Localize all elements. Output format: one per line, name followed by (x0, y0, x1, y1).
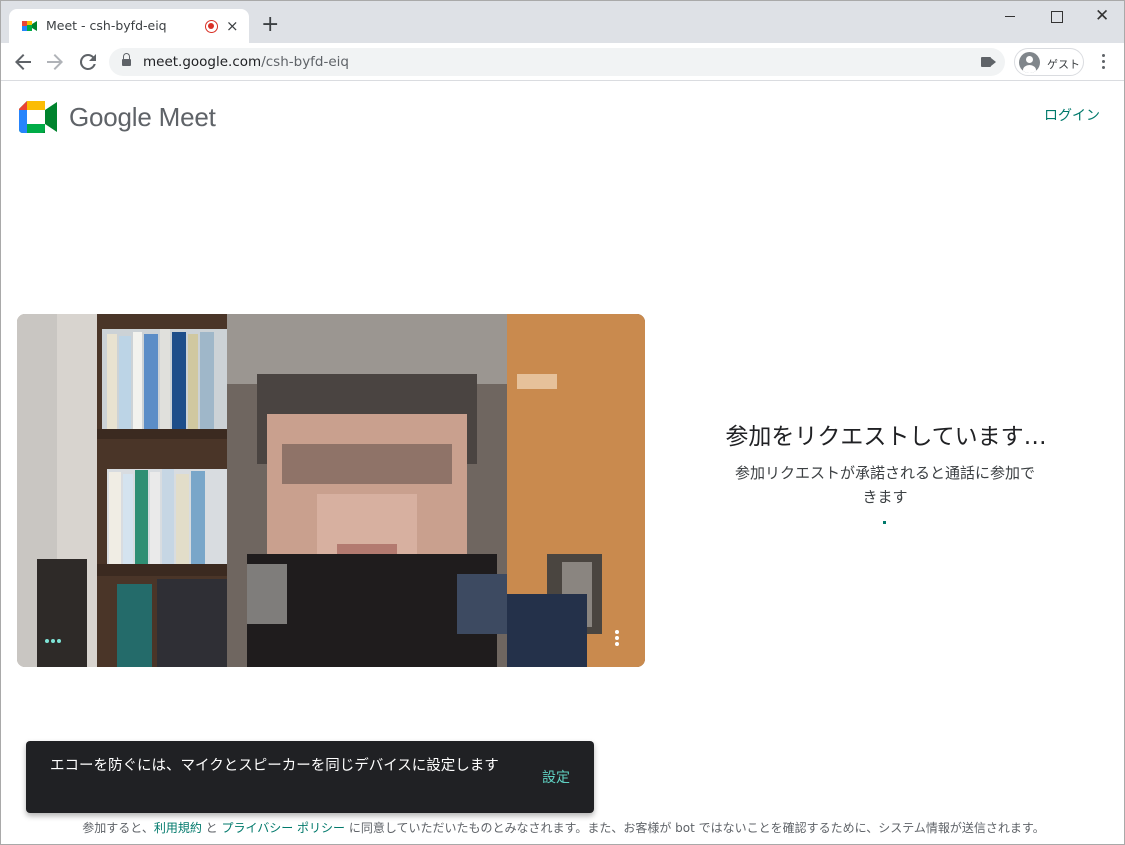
recording-icon (205, 20, 218, 33)
tab-close-icon[interactable]: × (226, 16, 239, 36)
back-icon[interactable] (11, 50, 35, 74)
echo-warning-snackbar: エコーを防ぐには、マイクとスピーカーを同じデバイスに設定します 設定 (26, 741, 594, 813)
progress-indicator (883, 521, 886, 524)
tab-strip: Meet - csh-byfd-eiq × + ✕ (1, 1, 1124, 43)
login-link[interactable]: ログイン (1044, 105, 1100, 125)
close-icon: ✕ (1095, 6, 1110, 26)
footer-prefix: 参加すると、 (82, 821, 154, 835)
address-bar[interactable]: meet.google.com/csh-byfd-eiq (109, 48, 1005, 76)
status-subtitle: 参加リクエストが承諾されると通話に参加できます (735, 464, 1036, 506)
more-vert-icon[interactable] (612, 630, 622, 648)
profile-button[interactable]: ゲスト (1014, 48, 1084, 76)
meet-favicon-icon (22, 21, 37, 31)
window-maximize-button[interactable] (1033, 1, 1079, 33)
forward-icon[interactable] (43, 50, 67, 74)
tab-title: Meet - csh-byfd-eiq (46, 18, 167, 33)
browser-menu-icon[interactable] (1094, 52, 1114, 72)
meet-logo-icon (19, 101, 57, 133)
camera-icon[interactable] (981, 57, 997, 67)
footer-suffix: に同意していただいたものとみなされます。また、お客様が bot ではないことを確… (345, 821, 1045, 835)
profile-label: ゲスト (1047, 58, 1080, 71)
camera-video-image (17, 314, 645, 667)
terms-link[interactable]: 利用規約 (154, 821, 202, 835)
snackbar-settings-button[interactable]: 設定 (542, 767, 570, 787)
brand-title: Google Meet (69, 102, 216, 132)
privacy-link[interactable]: プライバシー ポリシー (221, 821, 345, 835)
url-host: meet.google.com (143, 54, 262, 70)
status-title: 参加をリクエストしています… (725, 424, 1047, 450)
window-close-button[interactable]: ✕ (1079, 1, 1124, 33)
new-tab-icon[interactable]: + (261, 14, 279, 36)
avatar-icon (1019, 52, 1040, 73)
url-text: meet.google.com/csh-byfd-eiq (143, 54, 349, 70)
footer-joiner: と (201, 821, 222, 835)
footer-notice: 参加すると、利用規約 と プライバシー ポリシー に同意していただいたものとみな… (1, 819, 1124, 836)
more-horiz-icon[interactable] (45, 637, 65, 645)
tab-meet[interactable]: Meet - csh-byfd-eiq × (9, 9, 249, 43)
camera-preview (17, 314, 645, 667)
browser-toolbar: meet.google.com/csh-byfd-eiq ゲスト (1, 43, 1124, 81)
window-minimize-button[interactable] (987, 1, 1033, 33)
snackbar-message: エコーを防ぐには、マイクとスピーカーを同じデバイスに設定します (50, 758, 499, 774)
browser-window: Meet - csh-byfd-eiq × + ✕ meet.google.co… (0, 0, 1125, 845)
reload-icon[interactable] (76, 50, 100, 74)
lock-icon[interactable] (122, 53, 131, 67)
url-path: /csh-byfd-eiq (261, 54, 349, 70)
